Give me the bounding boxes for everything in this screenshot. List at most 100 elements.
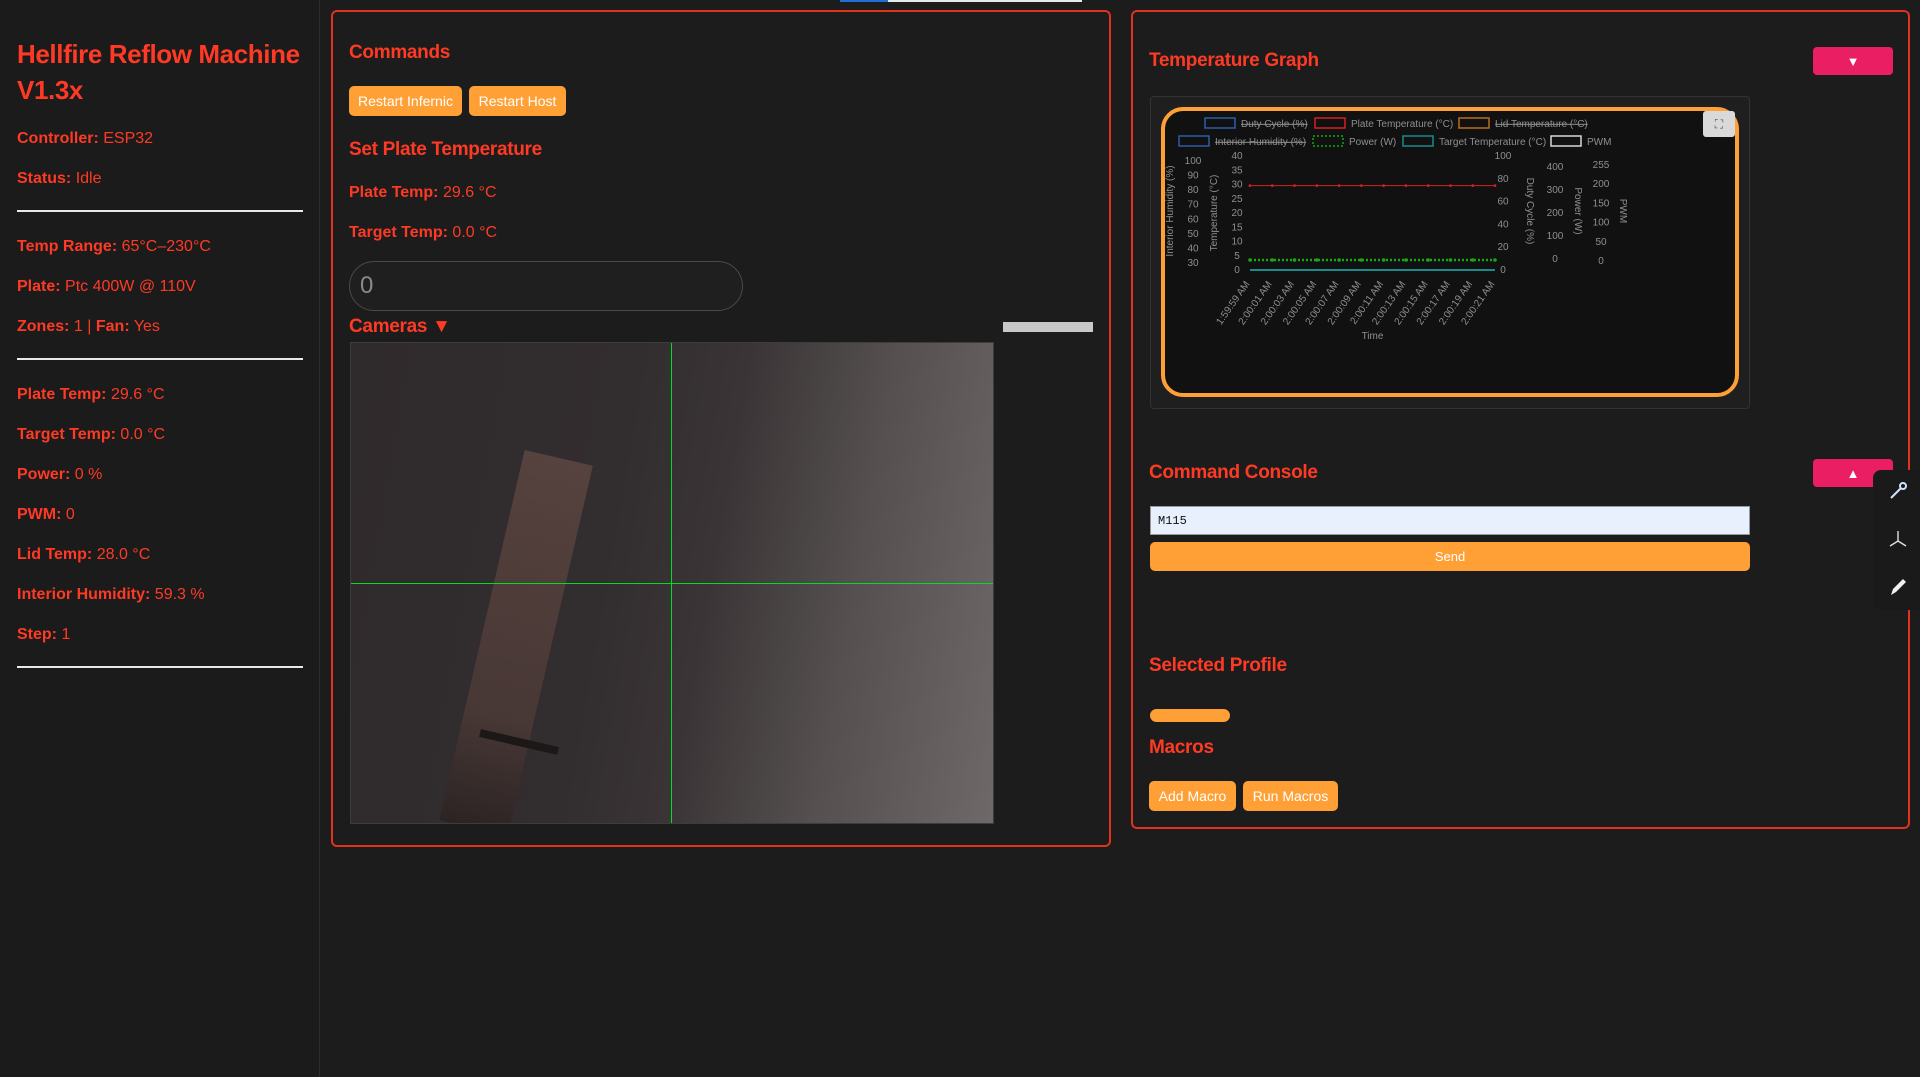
legend-label: Plate Temperature (°C) [1351, 119, 1453, 130]
app-title: Hellfire Reflow Machine V1.3x [17, 39, 300, 105]
temperature-tick-label: 10 [1231, 237, 1243, 248]
data-point [1382, 184, 1386, 188]
power-tick-label: 100 [1547, 231, 1564, 242]
graph-console-panel: Temperature Graph ▼ Duty Cycle (%) Plate … [1131, 10, 1910, 829]
duty-axis-title: Duty Cycle (%) [1524, 178, 1535, 245]
stat-status: Status: Idle [17, 170, 102, 187]
crosshair-horizontal [351, 583, 993, 584]
humidity-tick-label: 70 [1187, 200, 1199, 211]
data-point [1404, 258, 1408, 262]
stat-plate-temp: Plate Temp: 29.6 °C [17, 386, 165, 403]
legend-label: Interior Humidity (%) [1215, 137, 1306, 148]
data-point [1426, 184, 1430, 188]
target-temp-readout: Target Temp: 0.0 °C [349, 224, 498, 241]
duty-tick-label: 60 [1497, 197, 1509, 208]
humidity-axis-title: Interior Humidity (%) [1165, 165, 1176, 256]
stat-controller: Controller: ESP32 [17, 130, 154, 147]
humidity-tick-label: 40 [1187, 243, 1199, 254]
pwm-tick-label: 255 [1593, 160, 1610, 171]
temperature-tick-label: 5 [1234, 251, 1240, 262]
caret-down-icon: ▼ [1846, 53, 1860, 69]
data-point [1315, 258, 1319, 262]
command-console-heading: Command Console [1149, 462, 1318, 483]
data-point [1315, 184, 1319, 188]
x-axis-title: Time [1362, 331, 1384, 342]
wrench-icon[interactable] [1887, 480, 1909, 502]
humidity-tick-label: 60 [1187, 214, 1199, 225]
temperature-chart: Duty Cycle (%) Plate Temperature (°C) Lid … [1150, 96, 1750, 409]
stat-zones-fan: Zones: 1 | Fan: Yes [17, 318, 160, 335]
stat-power: Power: 0 % [17, 466, 103, 483]
camera-feed [350, 342, 994, 824]
temperature-tick-label: 15 [1231, 222, 1243, 233]
stat-interior-humidity: Interior Humidity: 59.3 % [17, 586, 205, 603]
run-macros-button[interactable]: Run Macros [1243, 781, 1338, 811]
duty-tick-label: 20 [1497, 242, 1509, 253]
legend-swatch [1402, 135, 1434, 147]
add-macro-button[interactable]: Add Macro [1149, 781, 1236, 811]
humidity-tick-label: 100 [1185, 156, 1202, 167]
data-point [1493, 184, 1497, 188]
pen-icon[interactable] [1887, 576, 1909, 598]
humidity-tick-label: 30 [1187, 258, 1199, 269]
power-tick-label: 0 [1552, 254, 1558, 265]
data-point [1404, 184, 1408, 188]
temperature-tick-label: 40 [1231, 151, 1243, 162]
temperature-tick-label: 35 [1231, 165, 1243, 176]
divider [17, 666, 303, 668]
top-scroll-indicator [840, 0, 888, 2]
stat-target-temp: Target Temp: 0.0 °C [17, 426, 166, 443]
selected-profile-heading: Selected Profile [1149, 655, 1287, 676]
legend-swatch [1312, 135, 1344, 147]
duty-tick-label: 80 [1497, 174, 1509, 185]
temperature-axis-title: Temperature (°C) [1209, 175, 1220, 252]
humidity-tick-label: 50 [1187, 229, 1199, 240]
duty-tick-label: 100 [1495, 151, 1512, 162]
data-point [1359, 258, 1364, 262]
data-point [1381, 258, 1386, 262]
temperature-tick-label: 20 [1231, 208, 1243, 219]
legend-label: Lid Temperature (°C) [1495, 119, 1588, 130]
data-point [1270, 258, 1275, 262]
data-point [1471, 184, 1475, 188]
graph-collapse-button[interactable]: ▼ [1813, 47, 1893, 75]
console-input[interactable]: M115 [1150, 506, 1750, 535]
temperature-tick-label: 0 [1234, 265, 1240, 276]
temperature-tick-label: 30 [1231, 180, 1243, 191]
axes-icon[interactable] [1887, 528, 1909, 550]
data-point [1449, 184, 1452, 188]
restart-infernic-button[interactable]: Restart Infernic [349, 86, 462, 116]
stat-lid-temp: Lid Temp: 28.0 °C [17, 546, 151, 563]
camera-slider[interactable] [1003, 322, 1093, 332]
duty-tick-label: 0 [1500, 265, 1506, 276]
chart-svg: Duty Cycle (%) Plate Temperature (°C) Lid … [1165, 117, 1628, 342]
pwm-tick-label: 200 [1593, 179, 1610, 190]
pwm-tick-label: 150 [1593, 198, 1610, 209]
pwm-tick-label: 100 [1593, 218, 1610, 229]
data-point [1270, 184, 1274, 188]
data-point [1337, 258, 1341, 262]
send-button[interactable]: Send [1150, 542, 1750, 571]
data-point [1426, 258, 1430, 262]
legend-label: Target Temperature (°C) [1439, 137, 1546, 148]
commands-panel: Commands Restart Infernic Restart Host S… [331, 10, 1111, 847]
humidity-tick-label: 90 [1187, 171, 1199, 182]
pwm-axis-title: PWM [1617, 199, 1628, 223]
selected-profile-dropdown[interactable] [1150, 709, 1230, 722]
data-point [1493, 258, 1497, 262]
target-temperature-input[interactable]: 0 [349, 261, 743, 311]
data-point [1293, 184, 1296, 188]
temperature-graph-heading: Temperature Graph [1149, 50, 1319, 71]
restart-host-button[interactable]: Restart Host [469, 86, 566, 116]
stat-plate: Plate: Ptc 400W @ 110V [17, 278, 196, 295]
legend-swatch [1178, 135, 1210, 147]
legend-label: Power (W) [1349, 137, 1396, 148]
cameras-toggle[interactable]: Cameras ▼ [349, 316, 451, 338]
expand-icon[interactable]: ⛶ [1703, 111, 1735, 137]
chart-frame: Duty Cycle (%) Plate Temperature (°C) Lid … [1161, 107, 1739, 397]
camera-object [439, 449, 593, 823]
legend-swatch [1314, 117, 1346, 129]
data-point [1470, 258, 1475, 262]
divider [17, 210, 303, 212]
caret-down-icon: ▼ [432, 316, 451, 337]
